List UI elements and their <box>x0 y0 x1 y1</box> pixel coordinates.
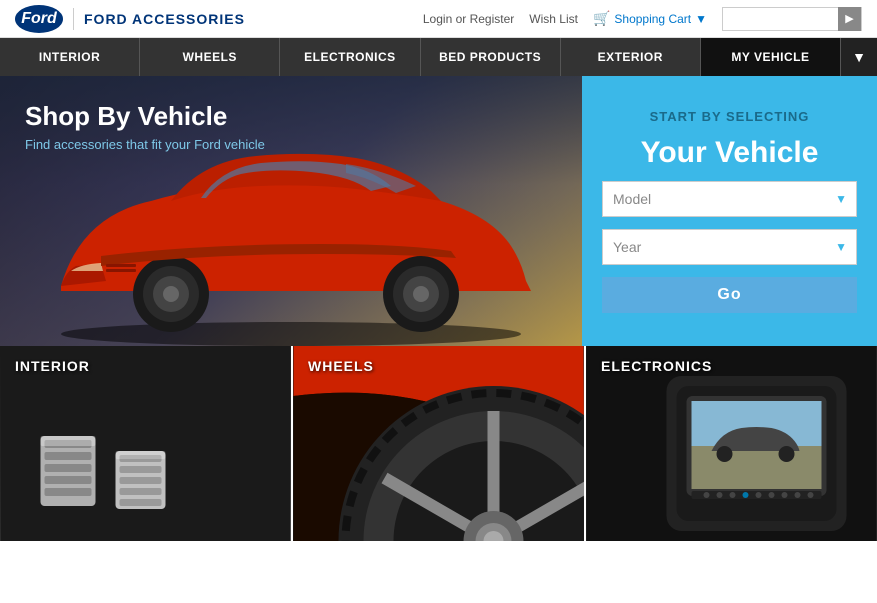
category-interior[interactable]: INTERIOR <box>0 346 291 541</box>
brand-accent: ACCESSORIES <box>132 11 245 27</box>
hero-section: Shop By Vehicle Find accessories that fi… <box>0 76 877 346</box>
category-grid: INTERIOR WHEELS <box>0 346 877 541</box>
login-link[interactable]: Login or Register <box>423 12 514 26</box>
nav-more-icon: ▼ <box>852 49 866 65</box>
nav-more-button[interactable]: ▼ <box>841 38 877 76</box>
hero-text: Shop By Vehicle Find accessories that fi… <box>25 101 265 152</box>
hero-title: Shop By Vehicle <box>25 101 265 132</box>
your-vehicle-heading: Your Vehicle <box>641 136 819 169</box>
model-select[interactable]: Model <box>602 181 857 217</box>
search-button[interactable]: ▶ <box>838 7 861 31</box>
category-electronics-label: ELECTRONICS <box>601 358 712 374</box>
wheels-bg-svg <box>293 346 584 541</box>
header-divider <box>73 8 74 30</box>
ford-logo-text: Ford <box>21 10 57 28</box>
header-links: Login or Register Wish List 🛒 Shopping C… <box>423 7 862 31</box>
cart-button[interactable]: 🛒 Shopping Cart ▼ <box>593 10 707 27</box>
brand-prefix: FORD <box>84 11 132 27</box>
category-electronics[interactable]: ELECTRONICS <box>584 346 877 541</box>
interior-bg-svg <box>0 346 291 541</box>
site-header: Ford FORD ACCESSORIES Login or Register … <box>0 0 877 38</box>
category-wheels[interactable]: WHEELS <box>291 346 584 541</box>
cart-chevron: ▼ <box>695 12 707 26</box>
nav-item-bed-products[interactable]: BED PRODUCTS <box>421 38 561 76</box>
year-select-wrapper: Year <box>602 229 857 265</box>
hero-image: Shop By Vehicle Find accessories that fi… <box>0 76 582 346</box>
hero-subtitle: Find accessories that fit your Ford vehi… <box>25 137 265 152</box>
car-svg <box>0 126 582 346</box>
search-icon: ▶ <box>845 12 853 25</box>
brand-name: FORD ACCESSORIES <box>84 11 245 27</box>
nav-item-electronics[interactable]: ELECTRONICS <box>280 38 420 76</box>
main-nav: INTERIOR WHEELS ELECTRONICS BED PRODUCTS… <box>0 38 877 76</box>
cart-label: Shopping Cart <box>614 12 691 26</box>
nav-item-exterior[interactable]: EXTERIOR <box>561 38 701 76</box>
nav-item-interior[interactable]: INTERIOR <box>0 38 140 76</box>
start-label: START BY SELECTING <box>650 109 810 124</box>
nav-item-wheels[interactable]: WHEELS <box>140 38 280 76</box>
cart-icon: 🛒 <box>593 10 610 27</box>
search-box[interactable]: ▶ <box>722 7 862 31</box>
electronics-bg-svg <box>586 346 877 541</box>
category-interior-label: INTERIOR <box>15 358 90 374</box>
vehicle-selector-panel: START BY SELECTING Your Vehicle Model Ye… <box>582 76 877 346</box>
ford-logo[interactable]: Ford <box>15 5 63 33</box>
search-input[interactable] <box>723 10 838 28</box>
model-select-wrapper: Model <box>602 181 857 217</box>
wishlist-link[interactable]: Wish List <box>529 12 578 26</box>
category-wheels-label: WHEELS <box>308 358 374 374</box>
nav-item-my-vehicle[interactable]: MY VEHICLE <box>701 38 841 76</box>
go-button[interactable]: Go <box>602 277 857 313</box>
year-select[interactable]: Year <box>602 229 857 265</box>
